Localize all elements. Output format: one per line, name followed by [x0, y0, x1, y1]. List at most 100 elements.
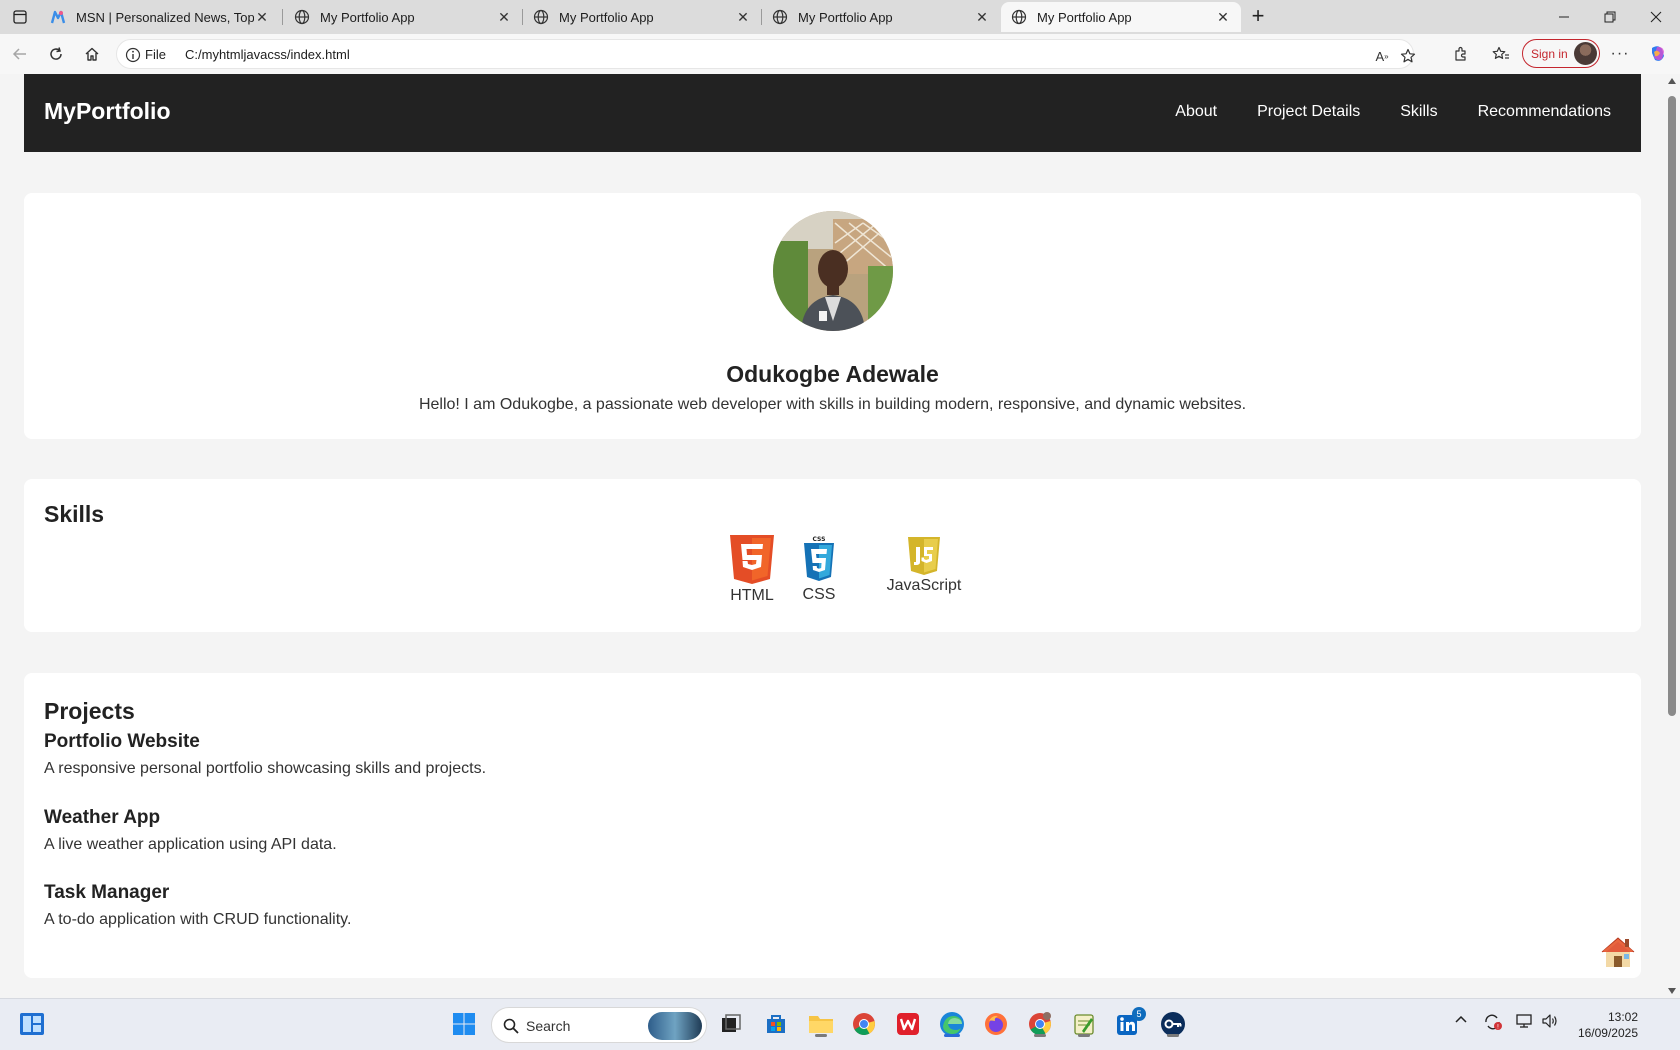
url-scheme: File: [145, 47, 166, 62]
info-icon[interactable]: [125, 47, 141, 63]
sync-icon[interactable]: !: [1483, 1013, 1503, 1034]
profile-avatar: [1574, 42, 1597, 65]
search-highlight-image: [648, 1012, 702, 1040]
system-clock[interactable]: 13:02 16/09/2025: [1578, 1009, 1638, 1041]
globe-icon: [1011, 9, 1027, 25]
project-description: A to-do application with CRUD functional…: [44, 911, 352, 928]
skill-html: HTML: [724, 534, 780, 605]
skills-section: Skills HTML CSS CSS JavaScript: [24, 479, 1641, 632]
refresh-button[interactable]: [44, 42, 68, 66]
tab-msn[interactable]: MSN | Personalized News, Top He ✕: [40, 2, 280, 32]
css3-icon: CSS: [804, 536, 834, 581]
copilot-icon[interactable]: [1646, 42, 1670, 66]
tab-close-icon[interactable]: ✕: [496, 9, 512, 25]
favorites-icon[interactable]: [1489, 42, 1513, 66]
widgets-icon[interactable]: [17, 1009, 47, 1039]
profile-name: Odukogbe Adewale: [726, 361, 939, 387]
restore-button[interactable]: [1587, 0, 1633, 34]
tab-close-icon[interactable]: ✕: [735, 9, 751, 25]
js-icon: [908, 537, 940, 575]
tab-close-icon[interactable]: ✕: [1215, 9, 1231, 25]
chrome-icon[interactable]: [849, 1009, 879, 1039]
active-app-indicator: [944, 1034, 960, 1037]
url-text[interactable]: C:/myhtmljavacss/index.html: [177, 47, 350, 62]
tab-title: My Portfolio App: [798, 9, 893, 25]
tab-title: My Portfolio App: [559, 9, 654, 25]
running-indicator: [1078, 1034, 1090, 1037]
nav-link-recommendations[interactable]: Recommendations: [1478, 103, 1611, 121]
tab-close-icon[interactable]: ✕: [974, 9, 990, 25]
project-title: Portfolio Website: [44, 731, 200, 752]
linkedin-icon[interactable]: 5: [1113, 1007, 1146, 1039]
scroll-up-arrow-icon[interactable]: [1668, 78, 1676, 84]
back-button[interactable]: [8, 42, 32, 66]
page-scrollbar[interactable]: [1664, 74, 1680, 998]
home-icon: [85, 47, 99, 61]
nav-link-about[interactable]: About: [1175, 103, 1217, 121]
project-description: A live weather application using API dat…: [44, 836, 337, 853]
volume-icon[interactable]: [1541, 1013, 1559, 1032]
scroll-down-arrow-icon[interactable]: [1668, 988, 1676, 994]
minimize-button[interactable]: [1541, 0, 1587, 34]
task-view-icon[interactable]: [716, 1009, 746, 1039]
globe-icon: [772, 9, 788, 25]
address-bar[interactable]: File C:/myhtmljavacss/index.html A»: [116, 39, 1417, 69]
firefox-icon[interactable]: [981, 1009, 1011, 1039]
projects-section: Projects Portfolio Website A responsive …: [24, 673, 1641, 978]
site-logo[interactable]: MyPortfolio: [44, 98, 171, 125]
skill-label: HTML: [730, 587, 774, 604]
favorite-star-icon[interactable]: [1399, 47, 1417, 65]
back-to-home-icon[interactable]: [1600, 934, 1636, 970]
profile-bio: Hello! I am Odukogbe, a passionate web d…: [418, 396, 1247, 413]
tab-portfolio-2[interactable]: My Portfolio App ✕: [523, 2, 761, 32]
chrome-profile-icon[interactable]: [1025, 1009, 1055, 1039]
globe-icon: [533, 9, 549, 25]
show-hidden-icons-chevron-icon[interactable]: [1454, 1013, 1468, 1030]
notepad-icon[interactable]: [1069, 1009, 1099, 1039]
scroll-thumb[interactable]: [1668, 96, 1676, 716]
close-window-button[interactable]: [1633, 0, 1679, 34]
wps-office-icon[interactable]: [893, 1009, 923, 1039]
tab-portfolio-1[interactable]: My Portfolio App ✕: [284, 2, 522, 32]
back-arrow-icon: [12, 48, 26, 60]
clock-date: 16/09/2025: [1577, 1026, 1638, 1040]
globe-icon: [294, 9, 310, 25]
html5-icon: [730, 535, 774, 584]
start-button[interactable]: [449, 1009, 479, 1039]
about-section: Odukogbe Adewale Hello! I am Odukogbe, a…: [24, 193, 1641, 439]
refresh-icon: [50, 47, 62, 60]
nav-link-project-details[interactable]: Project Details: [1257, 103, 1360, 121]
microsoft-store-icon[interactable]: [761, 1009, 791, 1039]
skill-label: CSS: [802, 586, 836, 603]
msn-icon: [50, 10, 66, 24]
tab-close-icon[interactable]: ✕: [254, 9, 270, 25]
extensions-icon[interactable]: [1449, 42, 1473, 66]
edge-icon[interactable]: [937, 1009, 967, 1039]
tab-portfolio-active[interactable]: My Portfolio App ✕: [1001, 2, 1241, 32]
tab-title: My Portfolio App: [1037, 9, 1132, 25]
nav-link-skills[interactable]: Skills: [1400, 103, 1437, 121]
running-indicator: [815, 1034, 827, 1037]
project-description: A responsive personal portfolio showcasi…: [44, 760, 487, 777]
project-title: Weather App: [44, 807, 161, 828]
site-navbar: MyPortfolio About Project Details Skills…: [24, 74, 1641, 152]
network-icon[interactable]: [1515, 1013, 1533, 1032]
tab-actions-icon[interactable]: [8, 5, 32, 29]
svg-text:!: !: [1497, 1024, 1499, 1031]
sign-in-button[interactable]: Sign in: [1522, 39, 1600, 68]
file-explorer-icon[interactable]: [806, 1009, 836, 1039]
skill-label: JavaScript: [886, 577, 962, 594]
new-tab-button[interactable]: +: [1246, 5, 1270, 29]
search-label: Search: [526, 1018, 571, 1034]
tab-portfolio-3[interactable]: My Portfolio App ✕: [762, 2, 1000, 32]
home-button[interactable]: [80, 42, 104, 66]
projects-heading: Projects: [44, 698, 135, 724]
tab-separator: [282, 9, 283, 25]
clock-time: 13:02: [1607, 1010, 1638, 1024]
more-options-icon[interactable]: ···: [1608, 42, 1632, 66]
read-aloud-icon[interactable]: A»: [1373, 47, 1391, 65]
taskbar-search[interactable]: Search: [491, 1007, 707, 1043]
running-indicator: [1167, 1034, 1179, 1037]
browser-toolbar: File C:/myhtmljavacss/index.html A» Sign…: [0, 34, 1680, 74]
vpn-key-icon[interactable]: [1158, 1009, 1188, 1039]
